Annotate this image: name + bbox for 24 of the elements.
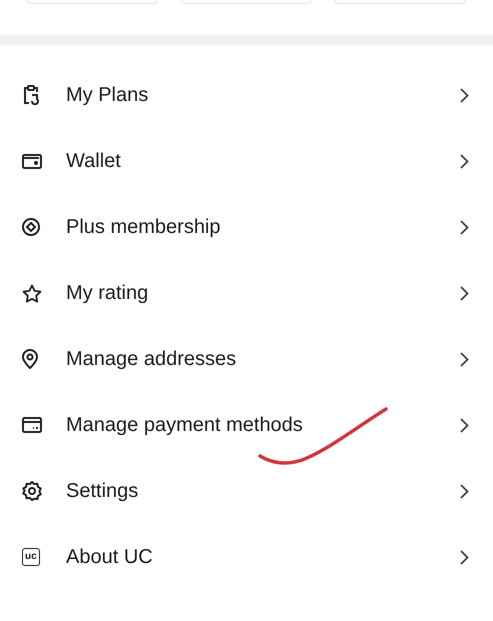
chevron-right-icon — [460, 154, 469, 168]
diamond-circle-icon — [22, 218, 40, 236]
settings-icon — [22, 481, 42, 501]
credit-card-icon — [22, 417, 42, 433]
chevron-right-icon — [460, 220, 469, 234]
menu-item[interactable]: Wallet — [0, 128, 493, 194]
chevron-right-icon — [460, 88, 469, 102]
chevron-right-icon — [460, 286, 469, 300]
menu-item[interactable]: Manage payment methods — [0, 392, 493, 458]
menu-item[interactable]: Manage addresses — [0, 326, 493, 392]
chevron-right-icon — [460, 550, 469, 564]
star-icon — [22, 284, 42, 302]
clipboard-icon — [22, 85, 40, 105]
location-pin-icon — [22, 349, 38, 369]
chevron-right-icon — [460, 484, 469, 498]
menu-item[interactable]: My rating — [0, 260, 493, 326]
menu-item[interactable]: Settings — [0, 458, 493, 524]
wallet-icon — [22, 153, 42, 169]
logo-icon: uc — [22, 548, 40, 566]
chevron-right-icon — [460, 352, 469, 366]
chevron-right-icon — [460, 418, 469, 432]
menu-item[interactable]: uc About UC — [0, 524, 493, 590]
menu-item[interactable]: My Plans — [0, 62, 493, 128]
menu-item[interactable]: Plus membership — [0, 194, 493, 260]
